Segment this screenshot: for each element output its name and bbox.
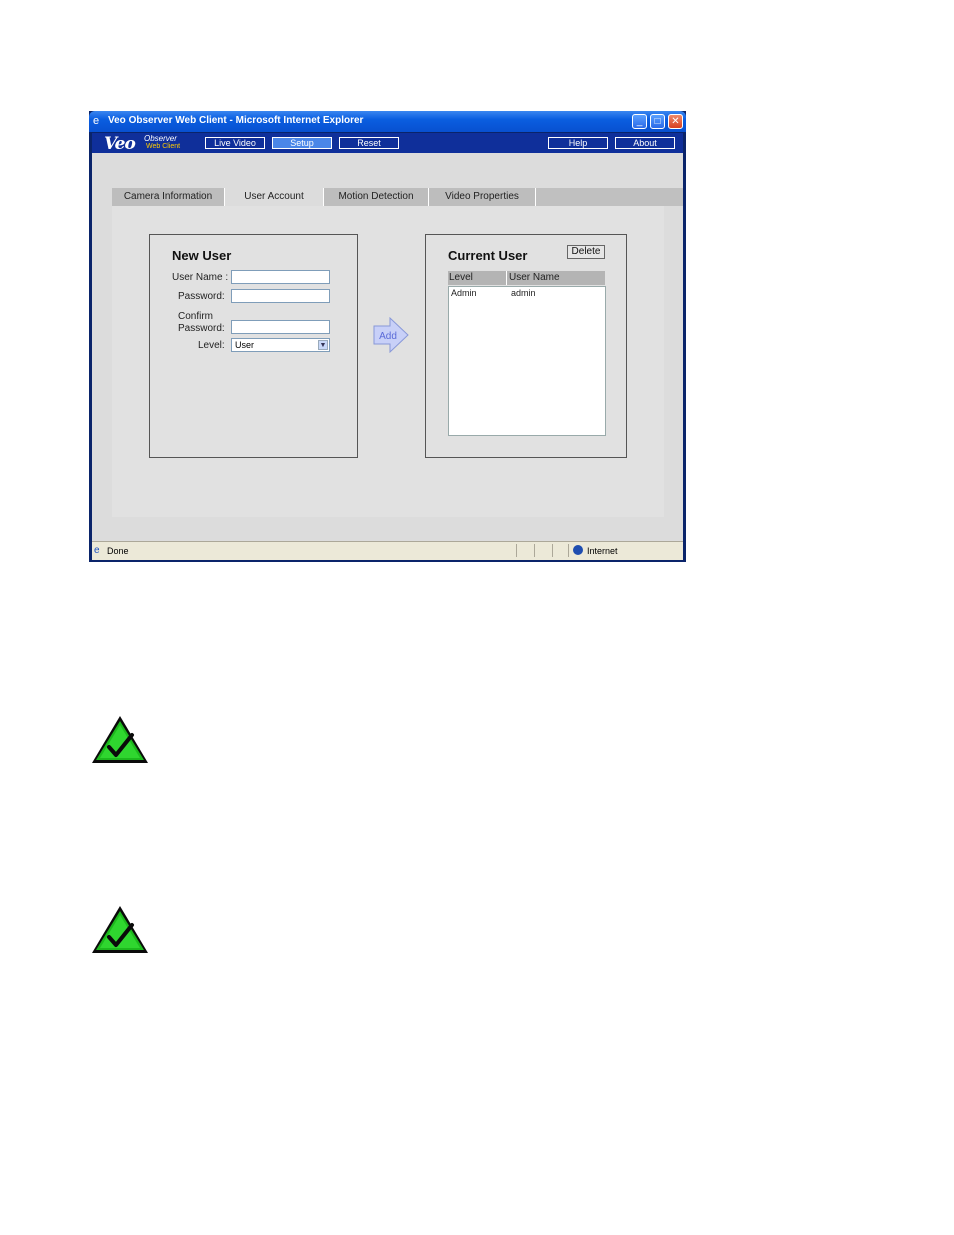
checkmark-note-icon: [92, 716, 148, 763]
delete-button[interactable]: Delete: [567, 245, 605, 259]
confirm-password-label: Password:: [178, 323, 225, 334]
current-user-title: Current User: [448, 248, 528, 263]
status-divider: [534, 544, 535, 557]
current-user-box: Current User Delete Level User Name Admi…: [425, 234, 627, 458]
confirm-password-input[interactable]: [231, 320, 330, 334]
live-video-button[interactable]: Live Video: [205, 137, 265, 149]
tab-video-properties[interactable]: Video Properties: [429, 188, 536, 206]
zone-text: Internet: [587, 546, 618, 556]
new-user-box: New User User Name : Password: Confirm P…: [149, 234, 358, 458]
help-button[interactable]: Help: [548, 137, 608, 149]
app-header: Veo Observer Web Client Live Video Setup…: [92, 133, 683, 154]
close-button[interactable]: ✕: [668, 114, 683, 129]
browser-window: e Veo Observer Web Client - Microsoft In…: [89, 111, 686, 562]
about-button[interactable]: About: [615, 137, 675, 149]
page-content: Camera Information User Account Motion D…: [92, 153, 683, 541]
user-name-label: User Name :: [172, 272, 229, 283]
user-list[interactable]: Admin admin: [448, 286, 606, 436]
status-divider: [552, 544, 553, 557]
user-name-input[interactable]: [231, 270, 330, 284]
password-input[interactable]: [231, 289, 330, 303]
tab-motion-detection[interactable]: Motion Detection: [324, 188, 429, 206]
level-label: Level:: [198, 340, 225, 351]
password-label: Password:: [178, 291, 225, 302]
veo-logo: Veo: [104, 134, 136, 154]
tab-camera-information[interactable]: Camera Information: [112, 188, 225, 206]
maximize-button[interactable]: □: [650, 114, 665, 129]
window-title: Veo Observer Web Client - Microsoft Inte…: [108, 115, 364, 126]
status-bar: e Done Internet: [92, 541, 683, 560]
globe-icon: [573, 545, 583, 555]
reset-button[interactable]: Reset: [339, 137, 399, 149]
row-level: Admin: [451, 288, 477, 298]
level-select[interactable]: User ▼: [231, 338, 330, 352]
setup-button[interactable]: Setup: [272, 137, 332, 149]
user-account-panel: New User User Name : Password: Confirm P…: [112, 206, 664, 517]
tab-strip: Camera Information User Account Motion D…: [112, 188, 683, 206]
minimize-button[interactable]: _: [632, 114, 647, 129]
logo-observer: Observer: [144, 134, 177, 143]
add-label: Add: [379, 331, 397, 342]
tab-user-account[interactable]: User Account: [225, 188, 324, 206]
status-divider: [516, 544, 517, 557]
ie-icon: e: [93, 115, 100, 127]
logo-web-client: Web Client: [146, 143, 181, 150]
row-user-name: admin: [511, 288, 536, 298]
status-divider: [568, 544, 569, 557]
checkmark-note-icon: [92, 906, 148, 953]
level-value: User: [235, 340, 255, 350]
title-bar[interactable]: e Veo Observer Web Client - Microsoft In…: [89, 111, 686, 132]
status-text: Done: [107, 546, 129, 556]
add-button[interactable]: Add: [372, 317, 410, 353]
confirm-label: Confirm: [178, 311, 214, 322]
new-user-title: New User: [172, 248, 232, 263]
column-level[interactable]: Level: [448, 271, 507, 285]
page-icon: e: [94, 545, 100, 556]
chevron-down-icon[interactable]: ▼: [318, 340, 328, 350]
column-user-name[interactable]: User Name: [507, 271, 605, 285]
